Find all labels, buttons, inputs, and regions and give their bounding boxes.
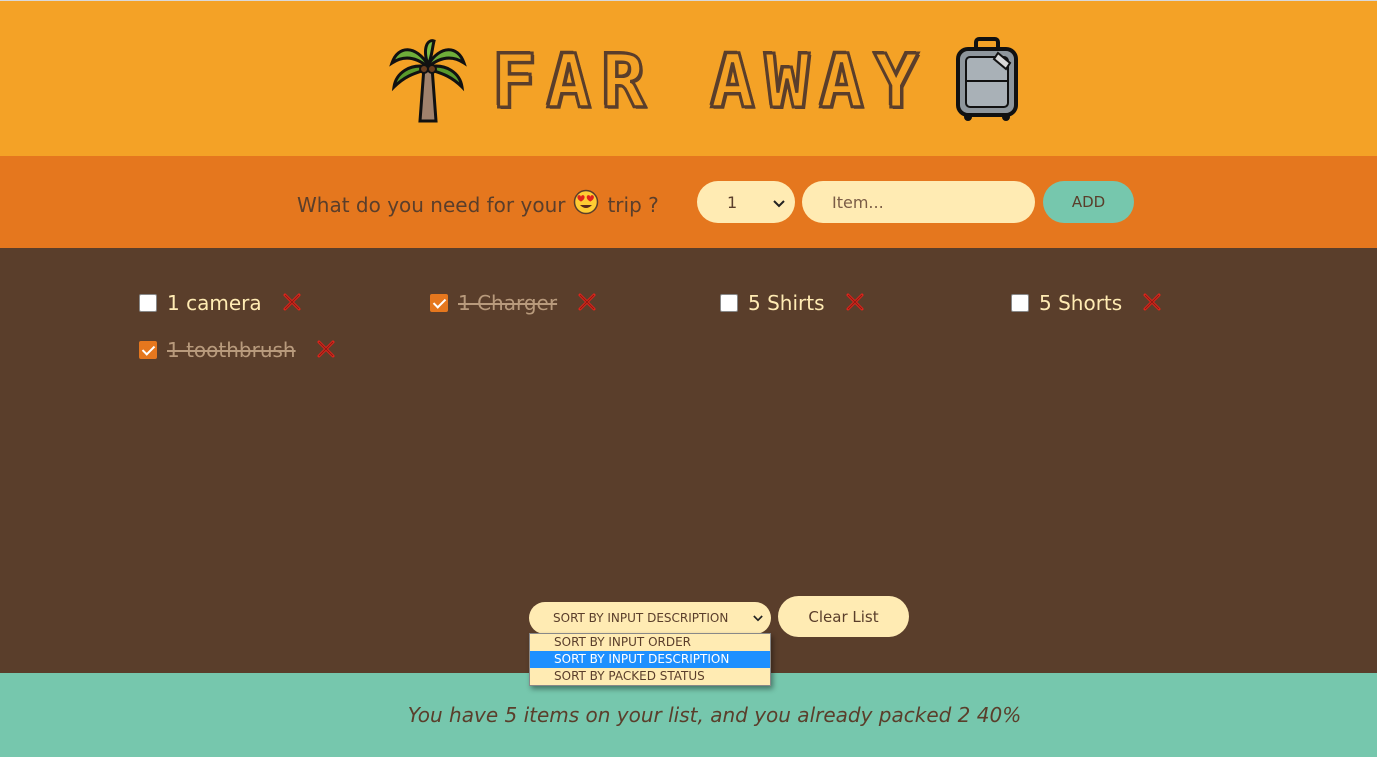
delete-icon[interactable] (1142, 292, 1164, 314)
list-item: 5 Shorts (1011, 288, 1164, 318)
delete-icon[interactable] (282, 292, 304, 314)
list-item: 1 camera (139, 288, 304, 318)
stats-text: You have 5 items on your list, and you a… (407, 703, 1022, 727)
item-label: 5 Shorts (1039, 291, 1123, 315)
clear-list-button[interactable]: Clear List (778, 596, 909, 637)
sort-option-packed-status[interactable]: SORT BY PACKED STATUS (530, 668, 770, 685)
delete-icon[interactable] (316, 339, 338, 361)
sort-select[interactable]: SORT BY INPUT DESCRIPTION (529, 602, 771, 634)
list-item: 5 Shirts (720, 288, 867, 318)
form-label: What do you need for your trip ? (297, 189, 659, 220)
packed-checkbox[interactable] (139, 294, 157, 312)
chevron-down-icon (773, 193, 785, 212)
add-item-form: What do you need for your trip ? 1 ADD (0, 156, 1377, 248)
packed-checkbox[interactable] (720, 294, 738, 312)
app-header: FAR AWAY (0, 0, 1377, 156)
quantity-select[interactable]: 1 (697, 181, 795, 223)
form-label-suffix: trip ? (607, 192, 659, 217)
palm-tree-icon (388, 37, 468, 127)
chevron-down-icon (753, 611, 763, 625)
add-button[interactable]: ADD (1043, 181, 1134, 223)
heart-eyes-icon (573, 189, 599, 220)
packed-checkbox[interactable] (430, 294, 448, 312)
sort-dropdown-list: SORT BY INPUT ORDER SORT BY INPUT DESCRI… (529, 633, 771, 686)
logo: FAR AWAY (388, 37, 1020, 127)
delete-icon[interactable] (845, 292, 867, 314)
form-label-text: What do you need for your (297, 192, 566, 217)
sort-option-input-order[interactable]: SORT BY INPUT ORDER (530, 634, 770, 651)
packed-checkbox[interactable] (1011, 294, 1029, 312)
list-item: 1 Charger (430, 288, 599, 318)
item-label: 1 toothbrush (167, 338, 296, 362)
delete-icon[interactable] (577, 292, 599, 314)
item-label: 5 Shirts (748, 291, 825, 315)
sort-selected-value: SORT BY INPUT DESCRIPTION (553, 611, 729, 625)
app-title: FAR AWAY (490, 38, 929, 127)
luggage-icon (954, 37, 1020, 127)
packed-checkbox[interactable] (139, 341, 157, 359)
sort-option-description[interactable]: SORT BY INPUT DESCRIPTION (530, 651, 770, 668)
item-label: 1 Charger (458, 291, 558, 315)
item-input[interactable] (802, 181, 1035, 223)
quantity-value: 1 (727, 192, 738, 212)
list-item: 1 toothbrush (139, 335, 338, 365)
packing-list: 1 camera 1 Charger 5 Shirts 5 Shorts 1 t… (0, 248, 1377, 686)
item-label: 1 camera (167, 291, 262, 315)
